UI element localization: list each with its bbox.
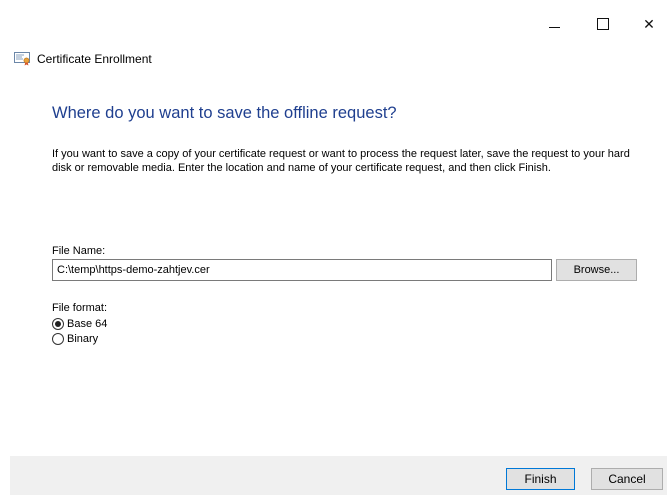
close-button[interactable]: ✕ [635, 12, 663, 36]
minimize-icon [548, 26, 560, 28]
maximize-icon [597, 18, 609, 30]
format-option-label: Base 64 [67, 318, 108, 330]
maximize-button[interactable] [589, 12, 617, 36]
title-bar: ✕ [0, 0, 667, 40]
format-option-base64[interactable]: Base 64 [52, 318, 107, 330]
certificate-icon [14, 52, 30, 66]
cancel-button[interactable]: Cancel [591, 468, 663, 490]
file-name-label: File Name: [52, 245, 106, 257]
browse-button[interactable]: Browse... [556, 259, 637, 281]
format-option-label: Binary [67, 333, 99, 345]
radio-selected-icon[interactable] [52, 318, 64, 330]
wizard-header: Certificate Enrollment [14, 52, 152, 66]
file-format-label: File format: [52, 302, 108, 314]
page-description: If you want to save a copy of your certi… [52, 148, 630, 174]
file-name-input[interactable] [52, 259, 552, 281]
minimize-button[interactable] [540, 12, 568, 36]
format-option-binary[interactable]: Binary [52, 333, 98, 345]
page-heading: Where do you want to save the offline re… [52, 104, 397, 122]
finish-button[interactable]: Finish [506, 468, 575, 490]
radio-unselected-icon[interactable] [52, 333, 64, 345]
close-icon: ✕ [643, 15, 655, 32]
app-title: Certificate Enrollment [37, 52, 152, 66]
